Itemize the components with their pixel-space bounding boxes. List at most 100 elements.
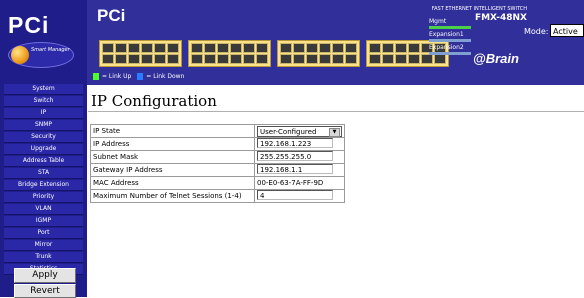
sidebar-item-port[interactable]: Port xyxy=(4,228,83,239)
port-icon[interactable] xyxy=(243,43,255,53)
port-icon[interactable] xyxy=(395,43,407,53)
sidebar-item-bridge-extension[interactable]: Bridge Extension xyxy=(4,180,83,191)
port-icon[interactable] xyxy=(369,43,381,53)
link-up-label: = Link Up xyxy=(102,73,132,80)
sidebar-item-sta[interactable]: STA xyxy=(4,168,83,179)
sidebar-item-priority[interactable]: Priority xyxy=(4,192,83,203)
port-icon[interactable] xyxy=(102,54,114,64)
port-icon[interactable] xyxy=(382,43,394,53)
subnet-mask-input[interactable]: 255.255.255.0 xyxy=(257,151,333,161)
mode-select[interactable]: Active xyxy=(550,24,584,37)
port-icon[interactable] xyxy=(191,54,203,64)
port-icon[interactable] xyxy=(306,54,318,64)
port-icon[interactable] xyxy=(293,54,305,64)
port-icon[interactable] xyxy=(204,54,216,64)
link-down-label: = Link Down xyxy=(146,73,185,80)
field-cell: User-Configured ▼ xyxy=(254,124,345,138)
sidebar-item-trunk[interactable]: Trunk xyxy=(4,252,83,263)
field-label: MAC Address xyxy=(90,176,255,190)
brain-logo: @Brain xyxy=(473,51,519,66)
port-icon[interactable] xyxy=(141,43,153,53)
sidebar-item-security[interactable]: Security xyxy=(4,132,83,143)
port-icon[interactable] xyxy=(191,43,203,53)
apply-button[interactable]: Apply xyxy=(14,268,76,283)
port-icon[interactable] xyxy=(395,54,407,64)
link-up-swatch xyxy=(93,73,99,80)
mgmt-port-bar xyxy=(429,26,471,29)
port-panel xyxy=(99,40,449,67)
port-icon[interactable] xyxy=(408,43,420,53)
expansion1-label: Expansion1 xyxy=(429,31,464,38)
port-icon[interactable] xyxy=(154,43,166,53)
device-info: FAST ETHERNET INTELLIGENT SWITCH FMX-48N… xyxy=(427,6,527,66)
device-banner: PCi FAST ETHERNET INTELLIGENT SWITCH FMX… xyxy=(87,0,584,85)
sidebar-item-snmp[interactable]: SNMP xyxy=(4,120,83,131)
revert-button[interactable]: Revert xyxy=(14,284,76,298)
field-label: Subnet Mask xyxy=(90,150,255,164)
sidebar-item-igmp[interactable]: IGMP xyxy=(4,216,83,227)
mac-address-value: 00-E0-63-7A-FF-9D xyxy=(254,176,345,190)
port-icon[interactable] xyxy=(256,54,268,64)
field-cell: 192.168.1.223 xyxy=(254,137,345,151)
sidebar-item-vlan[interactable]: VLAN xyxy=(4,204,83,215)
port-icon[interactable] xyxy=(306,43,318,53)
port-group xyxy=(277,40,360,67)
field-label: IP Address xyxy=(90,137,255,151)
pci-logo: PCi xyxy=(8,12,50,38)
title-divider xyxy=(88,111,584,112)
expansion2-label: Expansion2 xyxy=(429,44,464,51)
field-cell: 192.168.1.1 xyxy=(254,163,345,177)
port-icon[interactable] xyxy=(280,54,292,64)
port-icon[interactable] xyxy=(345,43,357,53)
sidebar-item-system[interactable]: System xyxy=(4,84,83,95)
port-icon[interactable] xyxy=(345,54,357,64)
port-icon[interactable] xyxy=(217,43,229,53)
port-icon[interactable] xyxy=(280,43,292,53)
field-cell: 4 xyxy=(254,189,345,203)
port-icon[interactable] xyxy=(141,54,153,64)
port-icon[interactable] xyxy=(167,43,179,53)
brain-swirl-icon: @ xyxy=(473,51,486,66)
sidebar-item-ip[interactable]: IP xyxy=(4,108,83,119)
port-icon[interactable] xyxy=(230,54,242,64)
ip-state-select[interactable]: User-Configured ▼ xyxy=(257,125,342,137)
brain-logo-text: Brain xyxy=(485,51,519,66)
port-icon[interactable] xyxy=(128,43,140,53)
port-icon[interactable] xyxy=(115,43,127,53)
port-icon[interactable] xyxy=(154,54,166,64)
port-icon[interactable] xyxy=(382,54,394,64)
port-icon[interactable] xyxy=(369,54,381,64)
link-legend: = Link Up = Link Down xyxy=(93,73,188,83)
port-icon[interactable] xyxy=(115,54,127,64)
field-label: Gateway IP Address xyxy=(90,163,255,177)
port-icon[interactable] xyxy=(319,54,331,64)
port-icon[interactable] xyxy=(204,43,216,53)
sidebar-item-mirror[interactable]: Mirror xyxy=(4,240,83,251)
port-icon[interactable] xyxy=(332,54,344,64)
port-icon[interactable] xyxy=(408,54,420,64)
table-row: IP State User-Configured ▼ xyxy=(90,124,345,138)
sidebar-item-upgrade[interactable]: Upgrade xyxy=(4,144,83,155)
sidebar-item-switch[interactable]: Switch xyxy=(4,96,83,107)
port-icon[interactable] xyxy=(319,43,331,53)
gateway-input[interactable]: 192.168.1.1 xyxy=(257,164,333,174)
field-label: Maximum Number of Telnet Sessions (1-4) xyxy=(90,189,255,203)
port-icon[interactable] xyxy=(167,54,179,64)
port-icon[interactable] xyxy=(217,54,229,64)
expansion2-bar xyxy=(429,52,471,55)
port-icon[interactable] xyxy=(230,43,242,53)
expansion1-bar xyxy=(429,39,471,42)
port-icon[interactable] xyxy=(256,43,268,53)
table-row: Gateway IP Address 192.168.1.1 xyxy=(90,163,345,177)
telnet-sessions-input[interactable]: 4 xyxy=(257,190,333,200)
table-row: MAC Address 00-E0-63-7A-FF-9D xyxy=(90,176,345,190)
port-icon[interactable] xyxy=(102,43,114,53)
port-icon[interactable] xyxy=(332,43,344,53)
port-icon[interactable] xyxy=(293,43,305,53)
port-icon[interactable] xyxy=(243,54,255,64)
ip-config-form: IP State User-Configured ▼ IP Address 192… xyxy=(90,124,345,203)
ip-address-input[interactable]: 192.168.1.223 xyxy=(257,138,333,148)
port-icon[interactable] xyxy=(128,54,140,64)
sidebar-item-address-table[interactable]: Address Table xyxy=(4,156,83,167)
chevron-down-icon[interactable]: ▼ xyxy=(329,127,340,137)
